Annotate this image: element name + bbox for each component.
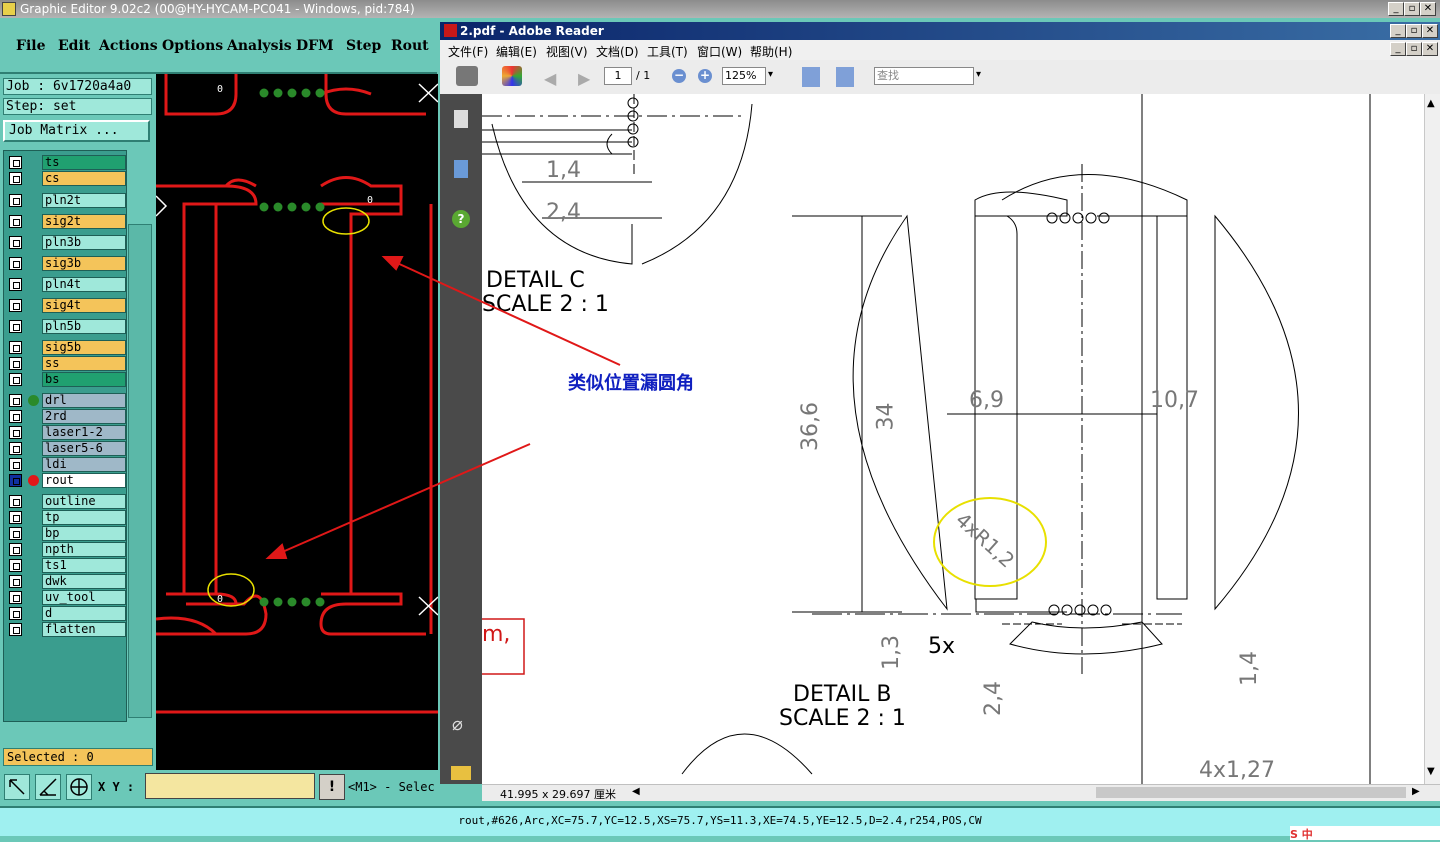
annotation-arrows [265, 256, 621, 559]
genesis-status-bar: rout,#626,Arc,XC=75.7,YC=12.5,XS=75.7,YS… [0, 806, 1440, 836]
ime-icon[interactable]: S 中 [1290, 828, 1313, 841]
ime-tray: S 中 [1290, 826, 1440, 841]
annotation-text: 类似位置漏圆角 [568, 373, 694, 394]
